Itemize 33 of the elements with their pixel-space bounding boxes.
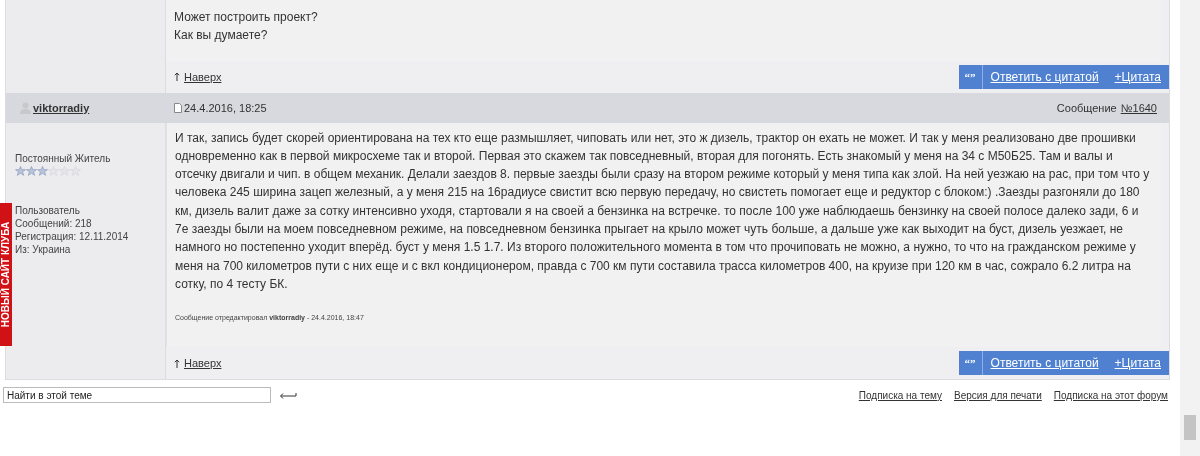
post-text: Как вы думаете? [174,27,269,45]
footer-link[interactable]: Версия для печати [953,389,1042,401]
quote-button[interactable]: “” [958,64,983,89]
scrollbar[interactable] [1180,0,1200,456]
post-text: Может построить проект? [174,9,319,26]
message-number-link[interactable]: №1640 [1120,101,1157,114]
side-tab[interactable]: НОВЫЙ САЙТ КЛУБА [0,203,12,346]
action-link[interactable]: +Цитата [1106,69,1169,84]
post-text: И так, запись будет скорей ориентирована на тех кто еще размышляет, чиповать или нет, это ж дизель, трактор он ехать не может. И так у меня реализовано две прошивки одновременно как в первой микросхеме так и второй. Первая это скажем так повседневный, вторая для погонять. Есть знакомый у меня на 34 с М50Б25. Там и валы и отсечку двигали и чип. в общем механик. Делали заездов 8. первые заезды были сразу на втором режиме который у меня типа как злой. На ней уезжаю на рас, при том что у человека 245 ширина зацеп железный, а у меня 215 на 16радиусе свистит всю первую передачу, но свистеть помогает еще и редуктор с блоком:) .Заезды разгоняли до 180 км, дизель валит даже за сотку интенсивно уходя, стартовали я на своей а бензинка на встречке. то после 100 уже наблюдаешь бензинку на своей полосе далеко зади, 6 и 7е заезды были на моем повседневном режиме, на повседневном бензинка прыгает на крыло может чуть больше, а дальше уже как выходит на буст, дизель уезжает, не намного но постепенно уходит вперёд. буст у меня 1.5 1.7. Из второго положительного момента в том что прочиповать не можно, а нужно, то что на гражданском режиме у меня на 700 километров пути с них еще и с вкл кондиционером, правда с 700 км пути составила трасса километров 400, на круизе при 120 км в час, сожрало 6.2 литра на сотку, по 4 тесту БК. [175,129,1151,293]
top-link[interactable]: Наверх [184,357,222,370]
document-icon [174,102,182,113]
return-arrow-icon[interactable] [279,391,297,399]
action-link[interactable]: Ответить с цитатой [982,356,1107,371]
author-link[interactable]: viktorradiy [33,101,90,114]
action-link[interactable]: Ответить с цитатой [982,69,1107,84]
user-info-text: Регистрация: 12.11.2014 [15,229,130,243]
user-info-text: Сообщений: 218 [15,216,93,230]
filled-star-icon [15,165,26,176]
quote-button[interactable]: “” [958,351,983,376]
user-rank: Постоянный Житель [15,152,112,165]
filled-star-icon [26,165,37,176]
search-field[interactable]: Найти в этой теме [3,387,271,404]
footer-link[interactable]: Подписка на тему [858,389,942,401]
user-info-text: Из: Украина [15,242,72,256]
footer-link[interactable]: Подписка на этот форум [1053,389,1168,401]
top-link[interactable]: Наверх [184,70,222,83]
post-date: 24.4.2016, 18:25 [184,101,267,114]
message-label: Сообщение [1056,101,1117,114]
up-arrow-icon [174,72,180,82]
action-link[interactable]: +Цитата [1106,356,1169,371]
filled-star-icon [37,165,48,176]
up-arrow-icon [174,358,180,368]
user-info-text: Пользователь [15,203,81,217]
